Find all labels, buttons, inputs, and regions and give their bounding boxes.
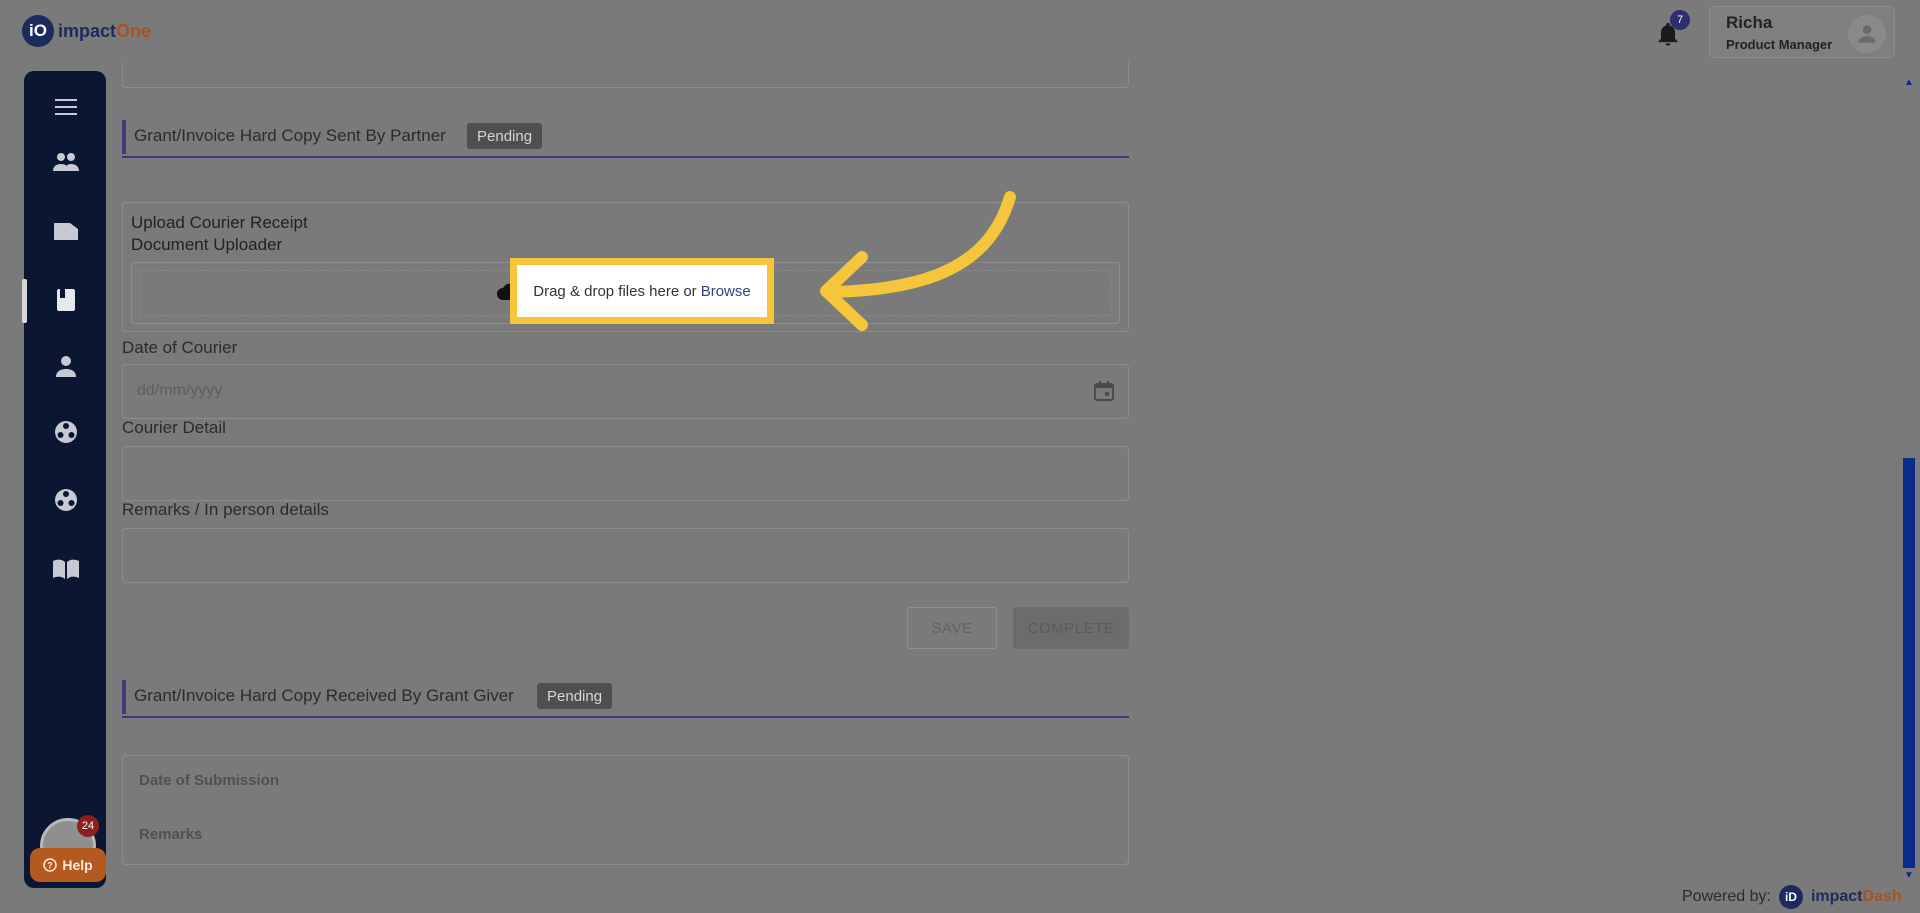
folder-icon[interactable]	[52, 216, 80, 244]
menu-icon[interactable]	[52, 93, 80, 121]
status-badge: Pending	[467, 123, 543, 149]
previous-card	[122, 62, 1129, 88]
brand-name-main: impact	[1810, 888, 1863, 905]
brand-name: impactDash	[1811, 888, 1902, 906]
date-field[interactable]: dd/mm/yyyy	[122, 364, 1129, 419]
chat-badge: 24	[77, 815, 99, 837]
courier-field[interactable]	[122, 446, 1129, 501]
user-menu[interactable]: Richa Product Manager	[1709, 6, 1895, 58]
svg-text:?: ?	[48, 861, 54, 871]
sidebar-active-indicator	[22, 279, 27, 323]
section-title: Grant/Invoice Hard Copy Received By Gran…	[134, 686, 514, 705]
sidebar	[22, 71, 106, 888]
upload-title: Upload Courier Receipt	[131, 213, 308, 232]
section-accent-bar	[122, 680, 126, 714]
help-circle-icon: ?	[43, 858, 58, 872]
section-accent-bar	[122, 120, 126, 154]
scroll-down-icon[interactable]: ▼	[1904, 870, 1914, 881]
browse-link[interactable]: Browse	[701, 283, 751, 300]
remarks-field[interactable]	[122, 528, 1129, 583]
sidebar-item-book[interactable]	[52, 286, 80, 314]
help-label: Help	[62, 857, 93, 873]
scrollbar-thumb[interactable]	[1903, 458, 1915, 868]
brand-mark: iD	[1778, 885, 1803, 909]
app-logo[interactable]: iO impactOne	[22, 15, 151, 47]
date-placeholder: dd/mm/yyyy	[137, 382, 223, 399]
date-label: Date of Courier	[122, 338, 238, 357]
remarks-label: Remarks / In person details	[122, 500, 329, 519]
logo-text-accent: One	[116, 20, 152, 41]
avatar	[1848, 15, 1886, 53]
people-icon[interactable]	[52, 148, 80, 176]
person-icon[interactable]	[52, 352, 80, 380]
section-header-sent: Grant/Invoice Hard Copy Sent By Partner …	[122, 120, 1129, 158]
logo-text: impactOne	[58, 21, 151, 42]
courier-label: Courier Detail	[122, 418, 226, 437]
user-name: Richa	[1726, 13, 1773, 32]
book-icon	[57, 289, 75, 311]
powered-by-label: Powered by:	[1682, 888, 1771, 905]
status-badge: Pending	[537, 683, 613, 709]
pointer-arrow-icon	[820, 191, 1016, 331]
film-reel-icon[interactable]	[52, 418, 80, 446]
scroll-up-icon[interactable]: ▲	[1904, 77, 1914, 88]
remarks-label: Remarks	[139, 826, 203, 843]
complete-button[interactable]: COMPLETE	[1013, 607, 1129, 649]
calendar-icon[interactable]	[1092, 379, 1116, 403]
dropzone-highlight[interactable]: Drag & drop files here or Browse	[510, 258, 774, 324]
logo-mark: iO	[22, 15, 54, 47]
open-book-icon[interactable]	[52, 555, 80, 583]
film-reel-icon-2[interactable]	[52, 486, 80, 514]
submission-label: Date of Submission	[139, 772, 280, 789]
dropzone-text: Drag & drop files here or	[533, 282, 697, 300]
section-title: Grant/Invoice Hard Copy Sent By Partner	[134, 126, 446, 145]
help-button[interactable]: ? Help	[30, 848, 106, 882]
powered-by: Powered by: iD impactDash	[1682, 885, 1902, 909]
logo-text-main: impact	[58, 20, 117, 41]
user-avatar-icon	[1858, 25, 1876, 43]
brand-name-accent: Dash	[1862, 888, 1902, 905]
user-role: Product Manager	[1726, 37, 1833, 52]
notification-badge: 7	[1670, 10, 1690, 30]
section-header-received: Grant/Invoice Hard Copy Received By Gran…	[122, 680, 1129, 718]
save-button[interactable]: SAVE	[907, 607, 997, 649]
uploader-label: Document Uploader	[131, 235, 283, 254]
